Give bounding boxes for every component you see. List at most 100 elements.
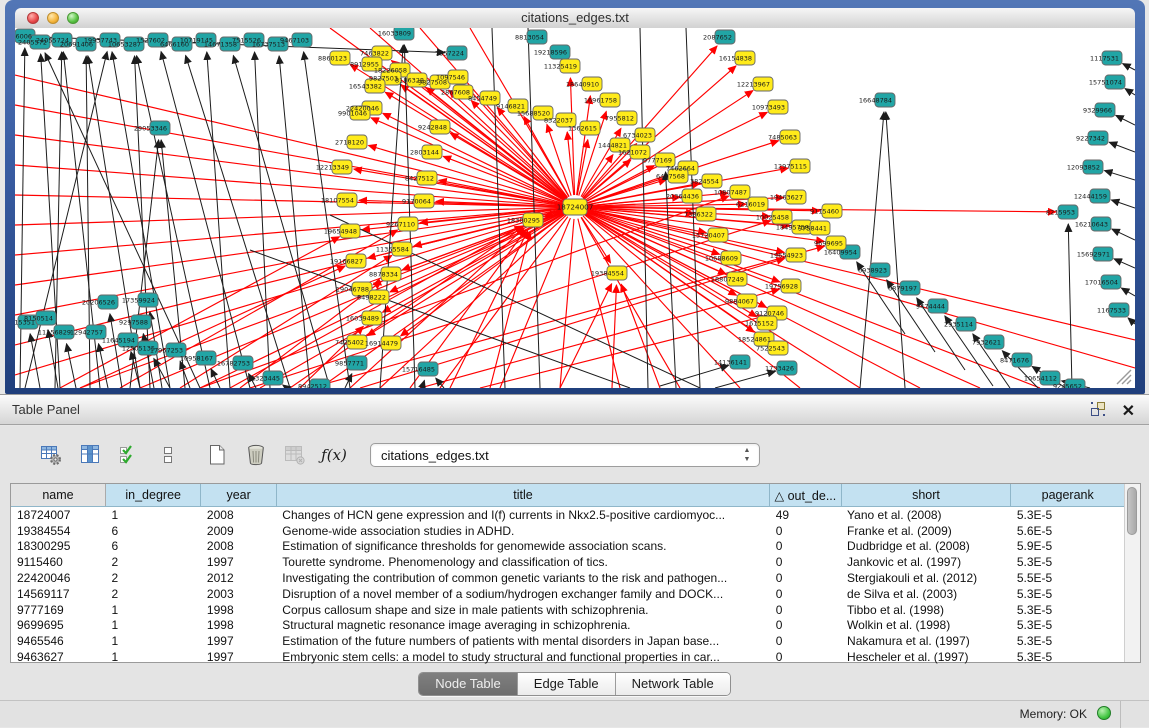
graph-node-label: 12942757 <box>70 328 103 336</box>
table-row[interactable]: 1938455462009Genome-wide association stu… <box>11 523 1125 539</box>
column-header-out_de[interactable]: △ out_de... <box>770 484 841 507</box>
graph-node-label: 16782753 <box>217 359 250 367</box>
table-cell: 5.5E-5 <box>1011 570 1125 586</box>
graph-node-label: 1621072 <box>618 148 647 156</box>
graph-node-label: 7463822 <box>360 49 389 57</box>
column-header-name[interactable]: name <box>11 484 105 507</box>
select-column-button[interactable] <box>77 442 103 468</box>
network-canvas[interactable]: 1166006240557224055724206914061993774310… <box>15 28 1135 388</box>
graph-node-label: 10958167 <box>180 354 213 362</box>
window-titlebar[interactable]: citations_edges.txt <box>15 8 1135 29</box>
graph-node-label: 12213349 <box>316 163 349 171</box>
table-cell: 1997 <box>201 554 276 570</box>
table-cell: 5.3E-5 <box>1011 649 1125 665</box>
column-header-in_degree[interactable]: in_degree <box>105 484 200 507</box>
graph-node-label: 2867608 <box>441 88 470 96</box>
graph-node-label: 1167533 <box>1097 306 1126 314</box>
graph-node-label: 9329966 <box>1083 106 1112 114</box>
float-panel-icon[interactable] <box>1090 401 1106 422</box>
graph-node-label: 19046788 <box>336 285 369 293</box>
table-row[interactable]: 977716911998Corpus callosum shape and si… <box>11 602 1125 618</box>
delete-table-button[interactable] <box>243 442 269 468</box>
graph-node-label: 6734023 <box>623 131 652 139</box>
table-row[interactable]: 969969511998Structural magnetic resonanc… <box>11 618 1125 634</box>
table-cell: 5.3E-5 <box>1011 554 1125 570</box>
graph-node-label: 8878334 <box>369 270 398 278</box>
resize-grip-icon[interactable] <box>1111 364 1133 386</box>
graph-node-label: 9267110 <box>386 220 415 228</box>
graph-node-label: 16154838 <box>719 54 752 62</box>
new-table-button[interactable] <box>204 442 230 468</box>
table-cell: 9699695 <box>11 618 105 634</box>
column-header-pagerank[interactable]: pagerank <box>1011 484 1125 507</box>
graph-node-label: 8471676 <box>1000 356 1029 364</box>
graph-node-label: 8498222 <box>357 293 386 301</box>
table-cell: 9777169 <box>11 602 105 618</box>
graph-node-label: 9777169 <box>643 156 672 164</box>
table-cell: Stergiakouli et al. (2012) <box>841 570 1011 586</box>
column-header-short[interactable]: short <box>841 484 1011 507</box>
table-scrollbar[interactable] <box>1124 484 1140 662</box>
table-row[interactable]: 946362711997Embryonic stem cells: a mode… <box>11 649 1125 665</box>
graph-node-label: 20364436 <box>666 192 699 200</box>
column-header-year[interactable]: year <box>201 484 276 507</box>
graph-node-label: 7932621 <box>972 338 1001 346</box>
table-tabs: Node TableEdge TableNetwork Table <box>418 672 731 696</box>
table-row[interactable]: 911546021997Tourette syndrome. Phenomeno… <box>11 554 1125 570</box>
table-cell: 2003 <box>201 586 276 602</box>
table-cell: 2008 <box>201 539 276 555</box>
close-panel-icon[interactable]: ✕ <box>1122 404 1135 420</box>
select-all-button[interactable] <box>116 442 142 468</box>
table-row[interactable]: 946554611997Estimation of the future num… <box>11 633 1125 649</box>
table-source-select[interactable]: citations_edges.txt ▲▼ <box>370 443 760 467</box>
tab-network-table[interactable]: Network Table <box>616 673 730 695</box>
tab-node-table[interactable]: Node Table <box>419 673 518 695</box>
import-table-button[interactable] <box>282 442 308 468</box>
table-cell: 5.3E-5 <box>1011 602 1125 618</box>
table-cell: Structural magnetic resonance image aver… <box>276 618 769 634</box>
graph-node-label: 20206526 <box>82 298 115 306</box>
graph-node-label: 7857224 <box>435 49 464 57</box>
graph-node-label: 29053346 <box>134 124 167 132</box>
graph-node-label: 11325419 <box>544 62 577 70</box>
graph-node-label: 18300295 <box>507 216 540 224</box>
table-cell: Estimation of significance thresholds fo… <box>276 539 769 555</box>
graph-node-label: 7386322 <box>684 210 713 218</box>
graph-node-label: 16039489 <box>346 314 379 322</box>
table-cell: 1998 <box>201 618 276 634</box>
function-builder-button[interactable]: ƒ(x) <box>321 442 347 468</box>
table-row[interactable]: 2242004622012Investigating the contribut… <box>11 570 1125 586</box>
graph-node-label: 3824554 <box>690 177 719 185</box>
table-row[interactable]: 1830029562008Estimation of significance … <box>11 539 1125 555</box>
table-cell: 5.3E-5 <box>1011 618 1125 634</box>
table-cell: 5.3E-5 <box>1011 586 1125 602</box>
table-row[interactable]: 1456911722003Disruption of a novel membe… <box>11 586 1125 602</box>
table-cell: 2 <box>105 570 200 586</box>
graph-node-label: 9120746 <box>755 309 784 317</box>
graph-node-label: 1097546 <box>436 73 465 81</box>
table-settings-button[interactable] <box>38 442 64 468</box>
graph-node-label: 16409954 <box>824 248 857 256</box>
table-cell: 6 <box>105 539 200 555</box>
graph-node-label: 12093852 <box>1067 163 1100 171</box>
table-row[interactable]: 1872400712008Changes of HCN gene express… <box>11 507 1125 523</box>
graph-node-label: 7955812 <box>605 114 634 122</box>
graph-node-label: 1117531 <box>1090 54 1119 62</box>
table-cell: 5.9E-5 <box>1011 539 1125 555</box>
table-cell: Embryonic stem cells: a model to study s… <box>276 649 769 665</box>
graph-node-label: 19463627 <box>770 193 803 201</box>
table-cell: 5.3E-5 <box>1011 507 1125 523</box>
table-cell: Changes of HCN gene expression and I(f) … <box>276 507 769 523</box>
tab-edge-table[interactable]: Edge Table <box>518 673 616 695</box>
column-header-title[interactable]: title <box>276 484 769 507</box>
table-cell: 2009 <box>201 523 276 539</box>
table-cell: Dudbridge et al. (2008) <box>841 539 1011 555</box>
table-cell: 0 <box>770 523 841 539</box>
table-cell: 0 <box>770 618 841 634</box>
table-cell: Investigating the contribution of common… <box>276 570 769 586</box>
graph-node-label: 9245652 <box>1053 382 1082 388</box>
table-cell: 6 <box>105 523 200 539</box>
graph-node-label: 1362615 <box>568 124 597 132</box>
table-scrollbar-thumb[interactable] <box>1127 487 1137 535</box>
row-height-button[interactable] <box>155 442 181 468</box>
